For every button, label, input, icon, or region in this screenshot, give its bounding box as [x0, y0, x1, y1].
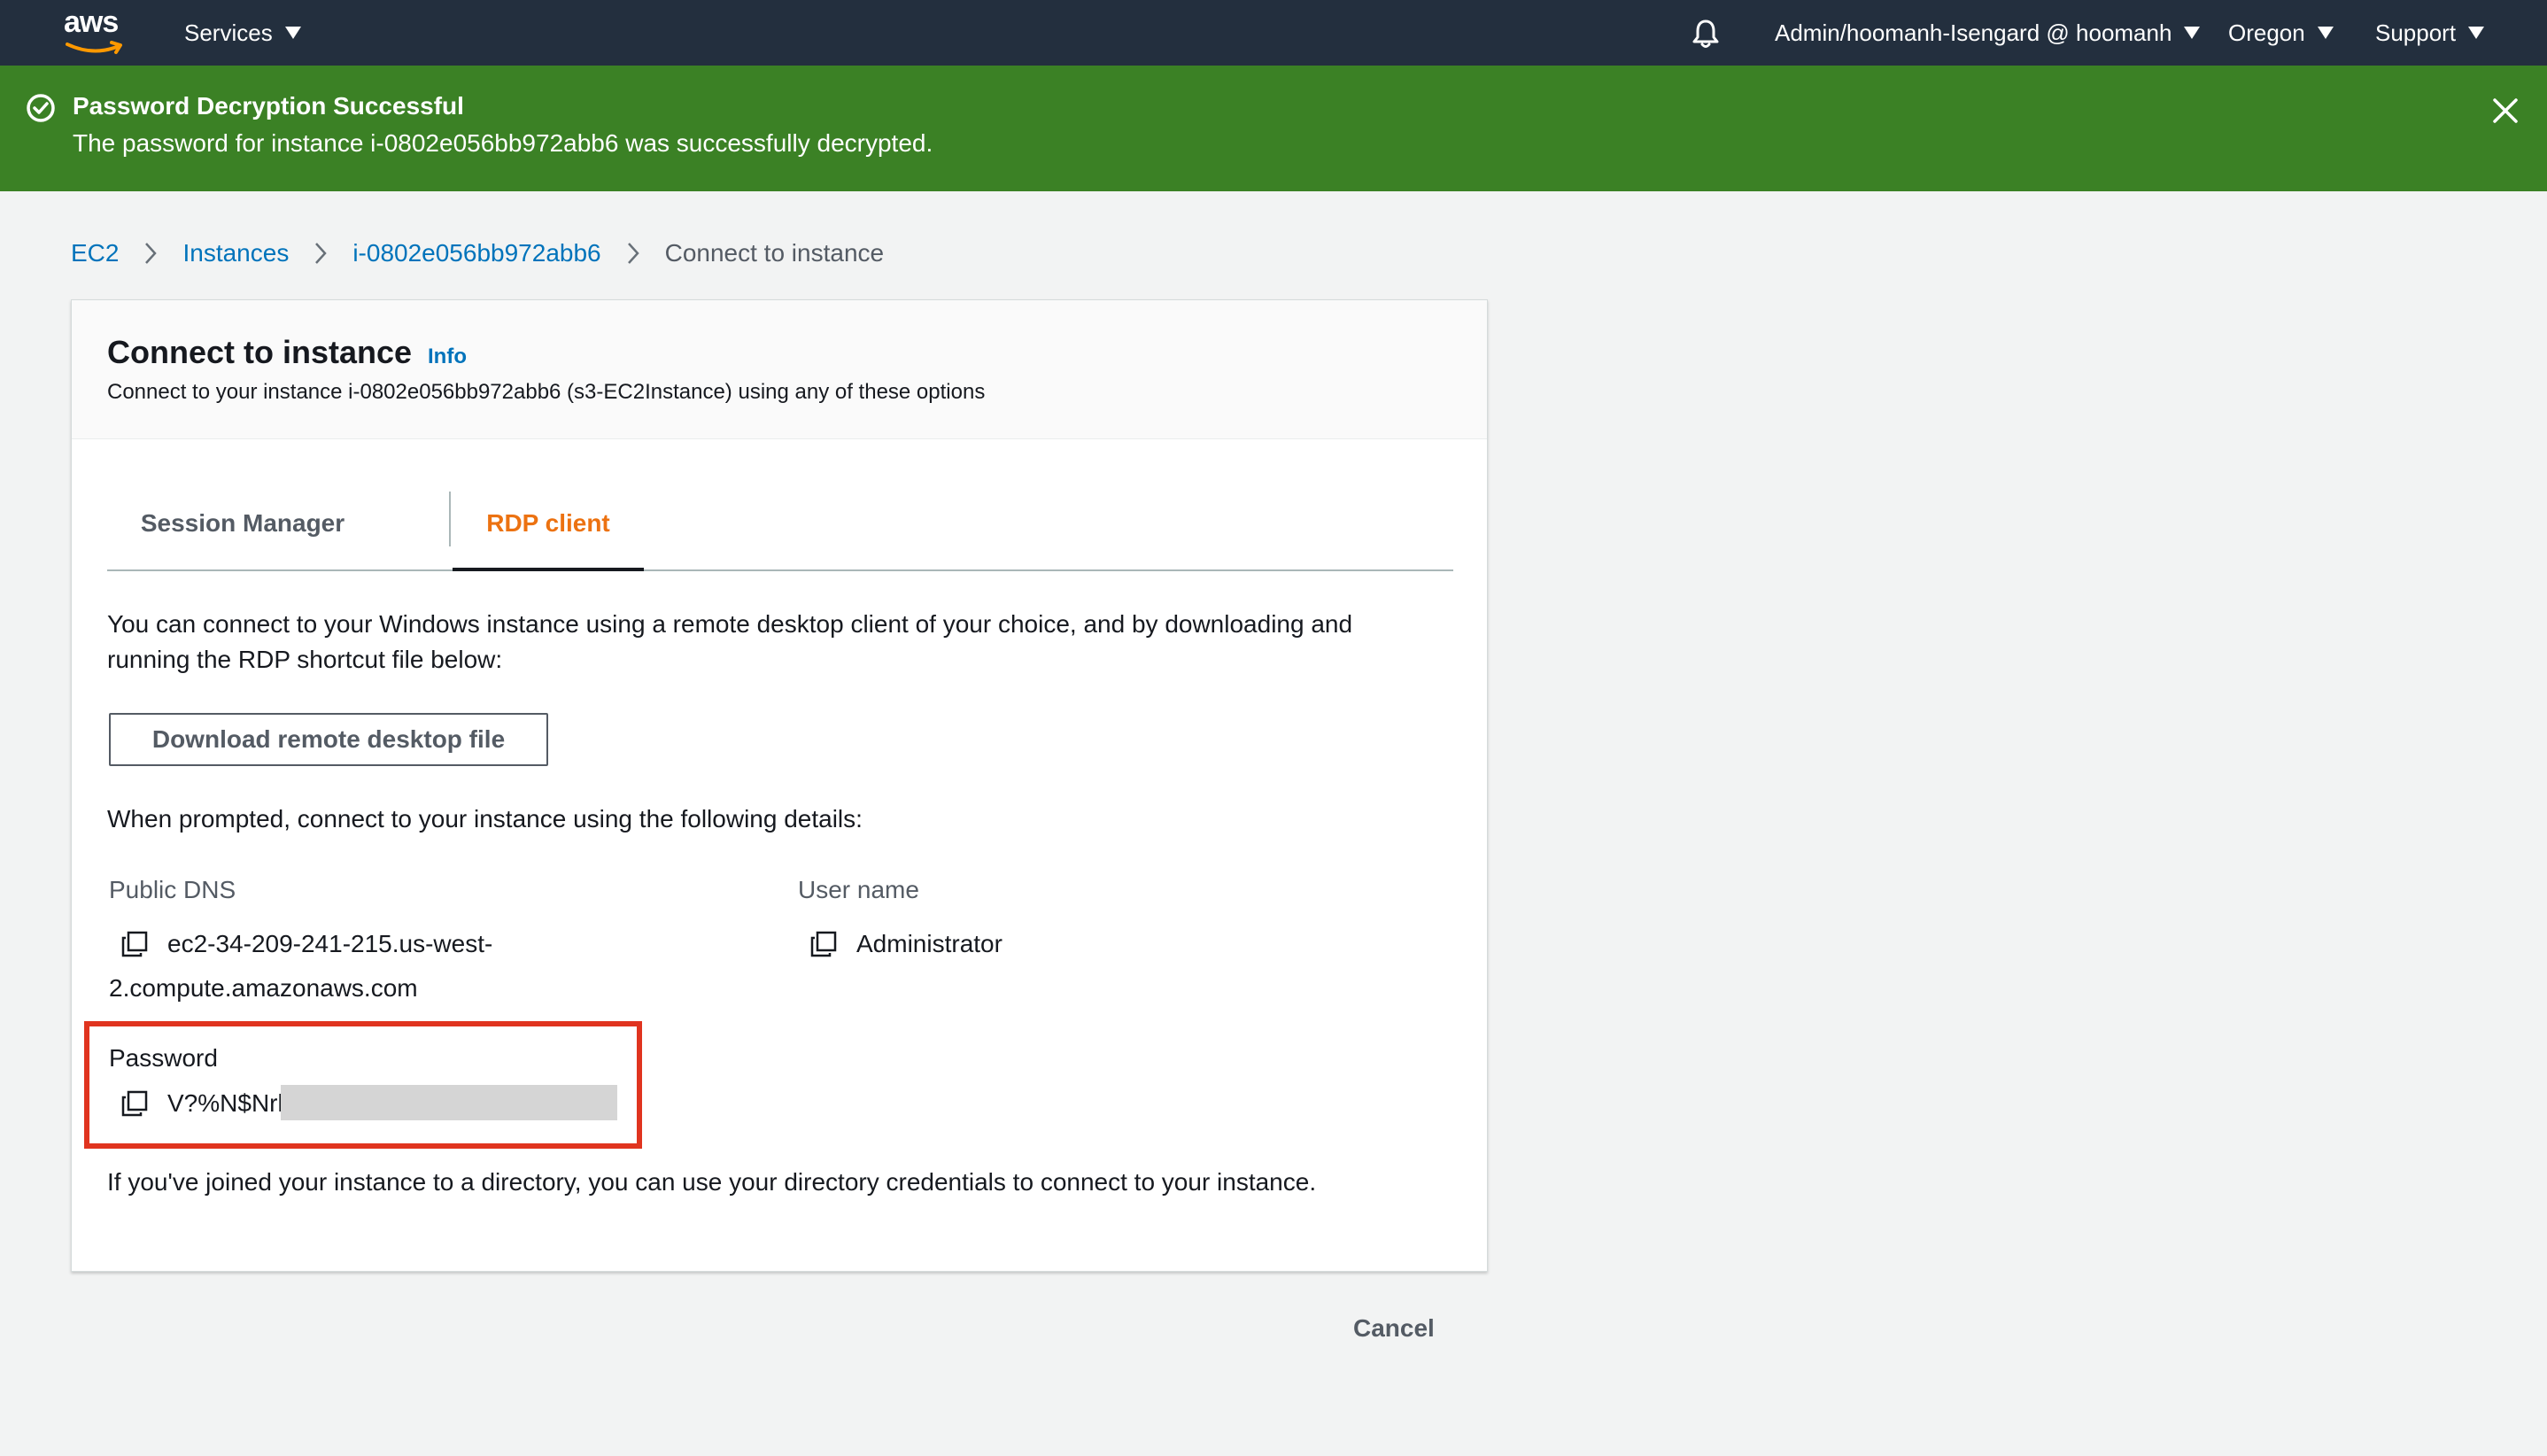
success-flash-banner: Password Decryption Successful The passw… [0, 66, 2547, 191]
connect-panel: Connect to instance Info Connect to your… [71, 299, 1488, 1272]
user-name-label: User name [798, 876, 919, 903]
chevron-right-icon [627, 243, 639, 264]
close-icon[interactable] [2490, 96, 2520, 126]
support-menu[interactable]: Support [2375, 0, 2485, 66]
user-name-value: Administrator [856, 930, 1003, 957]
flash-title: Password Decryption Successful [73, 92, 464, 120]
copy-icon[interactable] [121, 931, 148, 957]
info-link[interactable]: Info [428, 345, 467, 369]
aws-logo-text: aws [64, 5, 119, 39]
download-remote-desktop-file-button[interactable]: Download remote desktop file [109, 713, 548, 766]
copy-icon[interactable] [121, 1090, 148, 1117]
flash-message: The password for instance i-0802e056bb97… [73, 129, 933, 157]
breadcrumb: EC2 Instances i-0802e056bb972abb6 Connec… [71, 237, 884, 269]
password-value: V?%N$Nrl [167, 1089, 283, 1117]
directory-credentials-note: If you've joined your instance to a dire… [107, 1168, 1317, 1196]
success-check-icon [27, 94, 55, 122]
chevron-down-icon [2184, 27, 2201, 39]
breadcrumb-instance-id[interactable]: i-0802e056bb972abb6 [352, 239, 600, 267]
rdp-intro-line-1: You can connect to your Windows instance… [107, 610, 1353, 638]
connection-details-prompt: When prompted, connect to your instance … [107, 805, 863, 833]
region-label: Oregon [2228, 19, 2305, 46]
connection-tabs: Session Manager RDP client [107, 477, 1453, 571]
panel-description: Connect to your instance i-0802e056bb972… [107, 380, 986, 404]
chevron-right-icon [145, 243, 158, 264]
chevron-down-icon [2317, 27, 2334, 39]
chevron-down-icon [284, 27, 301, 39]
support-label: Support [2375, 19, 2457, 46]
account-menu[interactable]: Admin/hoomanh-Isengard @ hoomanh [1775, 0, 2201, 66]
page-title: Connect to instance [107, 334, 413, 370]
active-tab-indicator [453, 568, 644, 571]
breadcrumb-current: Connect to instance [664, 239, 885, 267]
public-dns-value-line-2: 2.compute.amazonaws.com [109, 974, 418, 1002]
tab-rdp-client[interactable]: RDP client [453, 477, 644, 569]
password-redaction [281, 1085, 617, 1120]
tab-session-manager[interactable]: Session Manager [107, 477, 378, 569]
notifications-bell-icon[interactable] [1688, 16, 1723, 51]
copy-icon[interactable] [810, 931, 837, 957]
account-label: Admin/hoomanh-Isengard @ hoomanh [1775, 19, 2172, 46]
chevron-right-icon [315, 243, 328, 264]
public-dns-value-line-1: ec2-34-209-241-215.us-west- [167, 930, 493, 957]
panel-header: Connect to instance Info Connect to your… [72, 300, 1487, 439]
tab-divider [449, 492, 451, 546]
aws-logo[interactable]: aws [64, 5, 126, 55]
cancel-button[interactable]: Cancel [1353, 1314, 1435, 1343]
password-label: Password [109, 1044, 218, 1072]
region-menu[interactable]: Oregon [2228, 0, 2334, 66]
aws-smile-icon [66, 41, 122, 54]
chevron-down-icon [2468, 27, 2485, 39]
services-label: Services [184, 19, 273, 46]
breadcrumb-instances[interactable]: Instances [182, 239, 289, 267]
breadcrumb-ec2[interactable]: EC2 [71, 239, 119, 267]
public-dns-label: Public DNS [109, 876, 236, 903]
rdp-intro-line-2: running the RDP shortcut file below: [107, 646, 503, 673]
top-navigation: aws Services Admin/hoomanh-Isengard @ ho… [0, 0, 2547, 66]
services-menu[interactable]: Services [184, 0, 301, 66]
